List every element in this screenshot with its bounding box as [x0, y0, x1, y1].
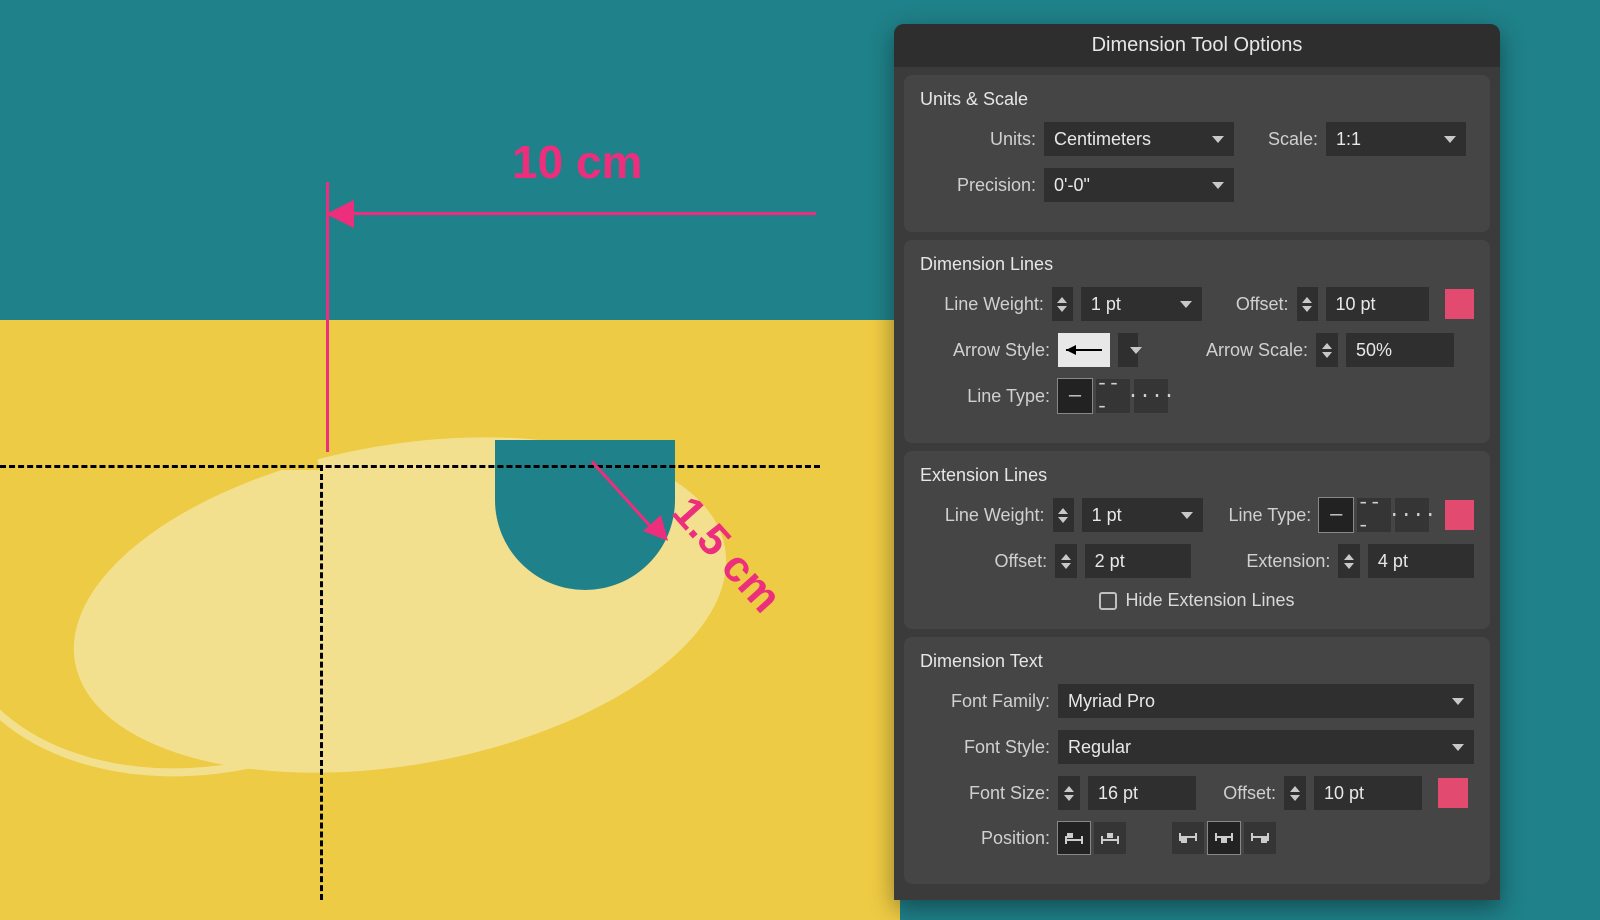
- ext-offset-label: Offset:: [920, 551, 1047, 572]
- arrow-scale-value: 50%: [1356, 340, 1392, 361]
- ext-offset-stepper[interactable]: [1055, 544, 1077, 578]
- dimension-line-horizontal[interactable]: [326, 212, 816, 215]
- line-solid-button[interactable]: —: [1058, 379, 1092, 413]
- offset-label: Offset:: [1220, 294, 1289, 315]
- pos-icon: [1064, 830, 1084, 846]
- section-title: Dimension Lines: [920, 254, 1474, 275]
- section-dimension-text: Dimension Text Font Family: Myriad Pro F…: [904, 637, 1490, 884]
- units-select[interactable]: Centimeters: [1044, 122, 1234, 156]
- line-weight-value: 1 pt: [1091, 294, 1121, 315]
- precision-value: 0'-0": [1054, 175, 1090, 196]
- arrow-scale-stepper[interactable]: [1316, 333, 1338, 367]
- line-dotted-button[interactable]: ····: [1134, 379, 1168, 413]
- arrow-style-select[interactable]: [1118, 333, 1138, 367]
- ext-weight-value: 1 pt: [1092, 505, 1122, 526]
- line-solid-button[interactable]: —: [1319, 498, 1353, 532]
- font-style-value: Regular: [1068, 737, 1131, 758]
- text-offset-label: Offset:: [1210, 783, 1276, 804]
- pos-icon: [1178, 830, 1198, 846]
- ext-line-type-label: Line Type:: [1221, 505, 1311, 526]
- line-weight-stepper[interactable]: [1052, 287, 1073, 321]
- font-size-input[interactable]: 16 pt: [1088, 776, 1196, 810]
- artwork-notch: [0, 320, 320, 470]
- dim-offset-input[interactable]: 10 pt: [1326, 287, 1430, 321]
- text-offset-input[interactable]: 10 pt: [1314, 776, 1422, 810]
- font-style-label: Font Style:: [920, 737, 1050, 758]
- ext-offset-input[interactable]: 2 pt: [1085, 544, 1191, 578]
- v-pos-right-button[interactable]: [1244, 822, 1276, 854]
- line-dotted-button[interactable]: ····: [1395, 498, 1429, 532]
- text-color-swatch[interactable]: [1438, 778, 1468, 808]
- arrow-left-line-icon: [1064, 344, 1104, 356]
- precision-select[interactable]: 0'-0": [1044, 168, 1234, 202]
- arrow-scale-label: Arrow Scale:: [1186, 340, 1308, 361]
- line-dashed-button[interactable]: ---: [1357, 498, 1391, 532]
- dimension-tool-options-panel: Dimension Tool Options Units & Scale Uni…: [894, 24, 1500, 900]
- pos-icon: [1100, 830, 1120, 846]
- arrow-style-preview[interactable]: [1058, 333, 1110, 367]
- units-label: Units:: [920, 129, 1036, 150]
- guideline-vertical: [320, 465, 323, 900]
- font-family-value: Myriad Pro: [1068, 691, 1155, 712]
- hide-extension-lines-row: Hide Extension Lines: [920, 590, 1474, 611]
- ext-weight-select[interactable]: 1 pt: [1082, 498, 1204, 532]
- v-pos-center-button[interactable]: [1208, 822, 1240, 854]
- hide-extension-checkbox[interactable]: [1099, 592, 1117, 610]
- section-dimension-lines: Dimension Lines Line Weight: 1 pt Offset…: [904, 240, 1490, 443]
- pos-icon: [1250, 830, 1270, 846]
- ext-weight-stepper[interactable]: [1053, 498, 1074, 532]
- pos-icon: [1214, 830, 1234, 846]
- text-offset-stepper[interactable]: [1284, 776, 1306, 810]
- line-type-label: Line Type:: [920, 386, 1050, 407]
- font-size-label: Font Size:: [920, 783, 1050, 804]
- font-family-label: Font Family:: [920, 691, 1050, 712]
- line-dashed-button[interactable]: ---: [1096, 379, 1130, 413]
- panel-title: Dimension Tool Options: [894, 24, 1500, 67]
- precision-label: Precision:: [920, 175, 1036, 196]
- hide-extension-label: Hide Extension Lines: [1125, 590, 1294, 611]
- section-title: Units & Scale: [920, 89, 1474, 110]
- font-style-select[interactable]: Regular: [1058, 730, 1474, 764]
- guideline-horizontal: [0, 465, 820, 468]
- ext-line-type-group: — --- ····: [1319, 498, 1429, 532]
- section-title: Extension Lines: [920, 465, 1474, 486]
- dim-offset-value: 10 pt: [1336, 294, 1376, 315]
- font-size-stepper[interactable]: [1058, 776, 1080, 810]
- ext-extension-stepper[interactable]: [1338, 544, 1360, 578]
- font-family-select[interactable]: Myriad Pro: [1058, 684, 1474, 718]
- section-units-scale: Units & Scale Units: Centimeters Scale: …: [904, 75, 1490, 232]
- dim-offset-stepper[interactable]: [1297, 287, 1318, 321]
- h-pos-left-button[interactable]: [1058, 822, 1090, 854]
- units-value: Centimeters: [1054, 129, 1151, 150]
- h-pos-center-button[interactable]: [1094, 822, 1126, 854]
- arrow-style-label: Arrow Style:: [920, 340, 1050, 361]
- scale-value: 1:1: [1336, 129, 1361, 150]
- ext-extension-value: 4 pt: [1378, 551, 1408, 572]
- dim-line-color-swatch[interactable]: [1445, 289, 1474, 319]
- arrow-left-icon: [326, 200, 354, 228]
- scale-label: Scale:: [1260, 129, 1318, 150]
- ext-extension-input[interactable]: 4 pt: [1368, 544, 1474, 578]
- h-position-group: [1058, 822, 1126, 854]
- font-size-value: 16 pt: [1098, 783, 1138, 804]
- ext-line-weight-label: Line Weight:: [920, 505, 1045, 526]
- scale-select[interactable]: 1:1: [1326, 122, 1466, 156]
- section-extension-lines: Extension Lines Line Weight: 1 pt Line T…: [904, 451, 1490, 629]
- dimension-label-10cm[interactable]: 10 cm: [512, 135, 642, 189]
- v-pos-left-button[interactable]: [1172, 822, 1204, 854]
- arrow-scale-input[interactable]: 50%: [1346, 333, 1454, 367]
- line-weight-select[interactable]: 1 pt: [1081, 287, 1202, 321]
- dim-line-type-group: — --- ····: [1058, 379, 1168, 413]
- ext-line-color-swatch[interactable]: [1445, 500, 1474, 530]
- ext-offset-value: 2 pt: [1095, 551, 1125, 572]
- position-label: Position:: [920, 828, 1050, 849]
- line-weight-label: Line Weight:: [920, 294, 1044, 315]
- ext-extension-label: Extension:: [1227, 551, 1331, 572]
- v-position-group: [1172, 822, 1276, 854]
- section-title: Dimension Text: [920, 651, 1474, 672]
- text-offset-value: 10 pt: [1324, 783, 1364, 804]
